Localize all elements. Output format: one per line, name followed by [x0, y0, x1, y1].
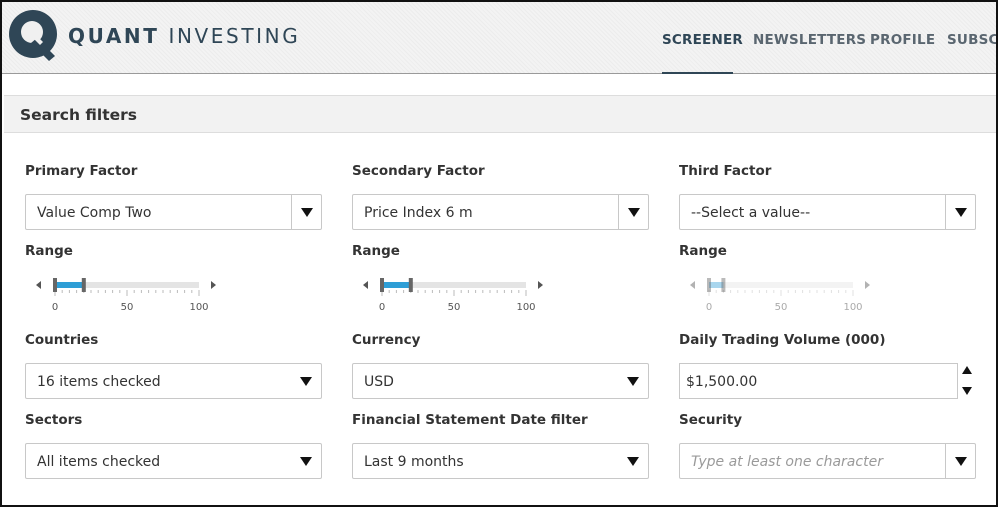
third-range-slider[interactable]: 0 50 100 [690, 274, 890, 314]
security-dropdown[interactable] [945, 444, 975, 478]
spin-up-icon[interactable] [962, 366, 972, 374]
dropdown-arrow-icon [627, 457, 639, 466]
slider-tick-label: 100 [189, 302, 208, 313]
primary-factor-value: Value Comp Two [37, 205, 152, 221]
dropdown-arrow-icon [628, 208, 640, 217]
fs-date-dropdown[interactable] [618, 444, 648, 478]
primary-range-label: Range [25, 243, 73, 259]
security-combobox[interactable]: Type at least one character [679, 443, 976, 479]
currency-label: Currency [352, 332, 421, 348]
dropdown-arrow-icon [301, 208, 313, 217]
slider-handle-min[interactable] [707, 278, 711, 292]
search-filters-header: Search filters [4, 95, 996, 133]
dropdown-arrow-icon [300, 377, 312, 386]
secondary-range-slider[interactable]: 0 50 100 [363, 274, 563, 314]
countries-label: Countries [25, 332, 99, 348]
nav-subscribe[interactable]: SUBSCR [947, 32, 996, 48]
slider-selection [709, 282, 724, 288]
nav-profile[interactable]: PROFILE [870, 32, 935, 48]
dropdown-arrow-icon [955, 208, 967, 217]
third-factor-label: Third Factor [679, 163, 772, 179]
panel-title: Search filters [20, 106, 137, 124]
currency-select[interactable]: USD [352, 363, 649, 399]
currency-value: USD [364, 374, 394, 390]
slider-right-arrow-icon[interactable] [865, 281, 870, 289]
logo-text[interactable]: QUANT INVESTING [68, 24, 300, 48]
slider-handle-max[interactable] [81, 278, 86, 292]
dropdown-arrow-icon [627, 377, 639, 386]
logo-light: INVESTING [168, 24, 301, 48]
slider-selection [55, 282, 84, 288]
slider-handle-max[interactable] [408, 278, 413, 292]
slider-tick-label: 100 [843, 302, 862, 313]
slider-right-arrow-icon[interactable] [211, 281, 216, 289]
third-factor-dropdown[interactable] [945, 195, 975, 229]
slider-selection [382, 282, 411, 288]
slider-tick-label: 100 [516, 302, 535, 313]
security-placeholder[interactable]: Type at least one character [691, 454, 883, 470]
secondary-factor-select[interactable]: Price Index 6 m [352, 194, 649, 230]
sectors-label: Sectors [25, 412, 83, 428]
slider-handle-min[interactable] [380, 278, 384, 292]
spin-down-icon[interactable] [962, 387, 972, 395]
slider-track [709, 282, 853, 288]
third-factor-select[interactable]: --Select a value-- [679, 194, 976, 230]
slider-tick-label: 50 [448, 302, 461, 313]
slider-tick-label: 50 [775, 302, 788, 313]
countries-select[interactable]: 16 items checked [25, 363, 322, 399]
currency-dropdown[interactable] [618, 364, 648, 398]
slider-handle-max[interactable] [721, 278, 726, 292]
volume-value: $1,500.00 [686, 374, 758, 390]
countries-dropdown[interactable] [291, 364, 321, 398]
primary-factor-dropdown[interactable] [291, 195, 321, 229]
secondary-factor-dropdown[interactable] [618, 195, 648, 229]
nav-screener[interactable]: SCREENER [662, 32, 743, 48]
primary-factor-select[interactable]: Value Comp Two [25, 194, 322, 230]
secondary-range-label: Range [352, 243, 400, 259]
third-range-label: Range [679, 243, 727, 259]
nav-active-indicator [662, 72, 733, 74]
logo-bold: QUANT [68, 24, 160, 48]
sectors-select[interactable]: All items checked [25, 443, 322, 479]
fs-date-label: Financial Statement Date filter [352, 412, 588, 428]
dropdown-arrow-icon [300, 457, 312, 466]
primary-range-slider[interactable]: 0 50 100 [36, 274, 236, 314]
nav-newsletters[interactable]: NEWSLETTERS [753, 32, 866, 48]
slider-tick-label: 0 [379, 302, 385, 313]
secondary-factor-label: Secondary Factor [352, 163, 485, 179]
dropdown-arrow-icon [955, 457, 967, 466]
slider-left-arrow-icon[interactable] [690, 281, 695, 289]
slider-tick-label: 0 [52, 302, 58, 313]
screener-window: QUANT INVESTING SCREENER NEWSLETTERS PRO… [0, 0, 998, 507]
logo-q-icon[interactable] [7, 8, 59, 62]
secondary-factor-value: Price Index 6 m [364, 205, 473, 221]
slider-left-arrow-icon[interactable] [363, 281, 368, 289]
slider-right-arrow-icon[interactable] [538, 281, 543, 289]
slider-left-arrow-icon[interactable] [36, 281, 41, 289]
third-factor-value: --Select a value-- [691, 205, 811, 221]
countries-value: 16 items checked [37, 374, 161, 390]
slider-tick-label: 0 [706, 302, 712, 313]
slider-handle-min[interactable] [53, 278, 57, 292]
primary-factor-label: Primary Factor [25, 163, 138, 179]
fs-date-select[interactable]: Last 9 months [352, 443, 649, 479]
sectors-dropdown[interactable] [291, 444, 321, 478]
fs-date-value: Last 9 months [364, 454, 464, 470]
site-header: QUANT INVESTING SCREENER NEWSLETTERS PRO… [2, 2, 996, 74]
security-label: Security [679, 412, 743, 428]
sectors-value: All items checked [37, 454, 161, 470]
volume-label: Daily Trading Volume (000) [679, 332, 886, 348]
volume-input[interactable]: $1,500.00 [679, 363, 958, 399]
slider-tick-label: 50 [121, 302, 134, 313]
